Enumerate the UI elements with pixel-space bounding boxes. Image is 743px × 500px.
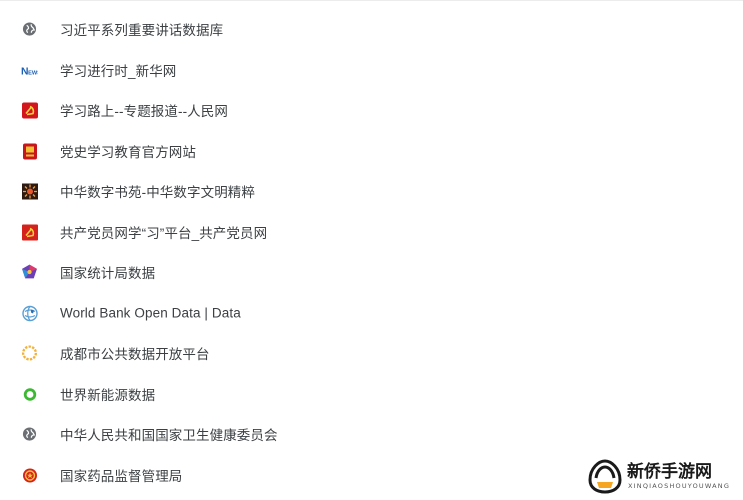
top-divider bbox=[0, 0, 743, 1]
bookmark-label: 世界新能源数据 bbox=[60, 388, 156, 403]
globe-icon bbox=[21, 426, 38, 443]
bookmark-item-peoples-daily[interactable]: 学习路上--专题报道--人民网 bbox=[0, 92, 580, 128]
watermark-title: 新侨手游网 bbox=[627, 462, 712, 482]
national-emblem-icon bbox=[21, 467, 38, 484]
bookmark-label: 中华人民共和国国家卫生健康委员会 bbox=[60, 428, 278, 443]
globe-icon bbox=[21, 21, 38, 38]
green-ring-icon bbox=[21, 386, 38, 403]
bookmark-label: 学习进行时_新华网 bbox=[60, 64, 177, 79]
bookmark-label: 党史学习教育官方网站 bbox=[60, 145, 196, 160]
watermark-logo-icon bbox=[588, 459, 622, 494]
bookmark-item-digital-library[interactable]: 中华数字书苑-中华数字文明精粹 bbox=[0, 173, 580, 209]
party-member-icon bbox=[21, 224, 38, 241]
bookmark-item-new-energy-data[interactable]: 世界新能源数据 bbox=[0, 376, 580, 412]
bookmark-label: 习近平系列重要讲话数据库 bbox=[60, 23, 224, 38]
party-emblem-icon bbox=[21, 102, 38, 119]
bookmark-item-party-history[interactable]: 党史学习教育官方网站 bbox=[0, 133, 580, 169]
bookmark-item-xinhua[interactable]: N EWS 学习进行时_新华网 bbox=[0, 52, 580, 88]
svg-text:EWS: EWS bbox=[28, 70, 38, 76]
bookmark-item-world-bank[interactable]: World Bank Open Data | Data bbox=[0, 295, 580, 331]
party-history-icon bbox=[21, 143, 38, 160]
bookmark-label: 国家药品监督管理局 bbox=[60, 469, 183, 484]
chengdu-data-icon bbox=[21, 345, 38, 362]
sunburst-icon bbox=[21, 183, 38, 200]
bookmark-label: 共产党员网学“习”平台_共产党员网 bbox=[60, 226, 268, 241]
site-watermark: 新侨手游网 XINQIAOSHOUYOUWANG bbox=[587, 456, 737, 496]
bookmark-item-chengdu-data[interactable]: 成都市公共数据开放平台 bbox=[0, 335, 580, 371]
bookmark-item-national-statistics[interactable]: 国家统计局数据 bbox=[0, 254, 580, 290]
world-bank-icon bbox=[21, 305, 38, 322]
bookmark-item-party-member-study[interactable]: 共产党员网学“习”平台_共产党员网 bbox=[0, 214, 580, 250]
stats-bureau-icon bbox=[21, 264, 38, 281]
bookmark-item-drug-administration[interactable]: 国家药品监督管理局 bbox=[0, 457, 580, 493]
bookmark-label: 国家统计局数据 bbox=[60, 266, 156, 281]
watermark-subtitle: XINQIAOSHOUYOUWANG bbox=[628, 482, 731, 490]
bookmark-item-xi-speech-database[interactable]: 习近平系列重要讲话数据库 bbox=[0, 11, 580, 47]
bookmark-label: 成都市公共数据开放平台 bbox=[60, 347, 210, 362]
xinhua-news-icon: N EWS bbox=[21, 62, 38, 79]
bookmark-item-health-commission[interactable]: 中华人民共和国国家卫生健康委员会 bbox=[0, 416, 580, 452]
bookmark-label: World Bank Open Data | Data bbox=[60, 305, 241, 321]
bookmark-label: 学习路上--专题报道--人民网 bbox=[60, 104, 228, 119]
bookmark-label: 中华数字书苑-中华数字文明精粹 bbox=[60, 185, 255, 200]
